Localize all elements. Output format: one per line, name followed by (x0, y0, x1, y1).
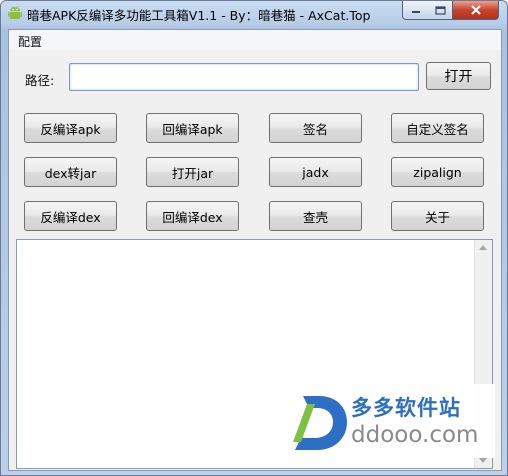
close-icon (470, 5, 481, 15)
open-jar-button[interactable]: 打开jar (146, 157, 239, 187)
android-app-icon (8, 6, 22, 19)
scroll-down-icon[interactable] (479, 458, 487, 463)
minimize-icon (411, 11, 420, 13)
watermark-name: 多多软件站 (351, 396, 461, 420)
path-label: 路径: (25, 73, 55, 88)
recompile-apk-button[interactable]: 回编译apk (146, 113, 239, 143)
dex2jar-button[interactable]: dex转jar (24, 157, 117, 187)
watermark: 多多软件站 ddooo.com (285, 384, 495, 458)
jadx-button[interactable]: jadx (269, 157, 362, 187)
maximize-icon (434, 5, 446, 15)
watermark-domain: ddooo.com (351, 422, 479, 448)
window-title: 暗巷APK反编译多功能工具箱V1.1 - By：暗巷猫 - AxCat.Top (27, 8, 371, 23)
open-button[interactable]: 打开 (426, 62, 491, 90)
menu-bar: 配置 (9, 30, 501, 50)
custom-sign-button[interactable]: 自定义签名 (391, 113, 484, 143)
sign-button[interactable]: 签名 (269, 113, 362, 143)
menu-item-config[interactable]: 配置 (18, 33, 42, 50)
decompile-apk-button[interactable]: 反编译apk (24, 113, 117, 143)
zipalign-button[interactable]: zipalign (391, 157, 484, 187)
close-button[interactable] (453, 1, 499, 20)
about-button[interactable]: 关于 (391, 201, 484, 231)
scroll-up-icon[interactable] (479, 245, 487, 250)
check-packer-button[interactable]: 查壳 (269, 201, 362, 231)
ddooo-logo-icon (293, 396, 347, 450)
maximize-button[interactable] (428, 1, 453, 20)
decompile-dex-button[interactable]: 反编译dex (24, 201, 117, 231)
recompile-dex-button[interactable]: 回编译dex (146, 201, 239, 231)
path-input[interactable] (69, 63, 419, 91)
minimize-button[interactable] (402, 1, 429, 20)
title-bar[interactable]: 暗巷APK反编译多功能工具箱V1.1 - By：暗巷猫 - AxCat.Top (1, 1, 507, 27)
